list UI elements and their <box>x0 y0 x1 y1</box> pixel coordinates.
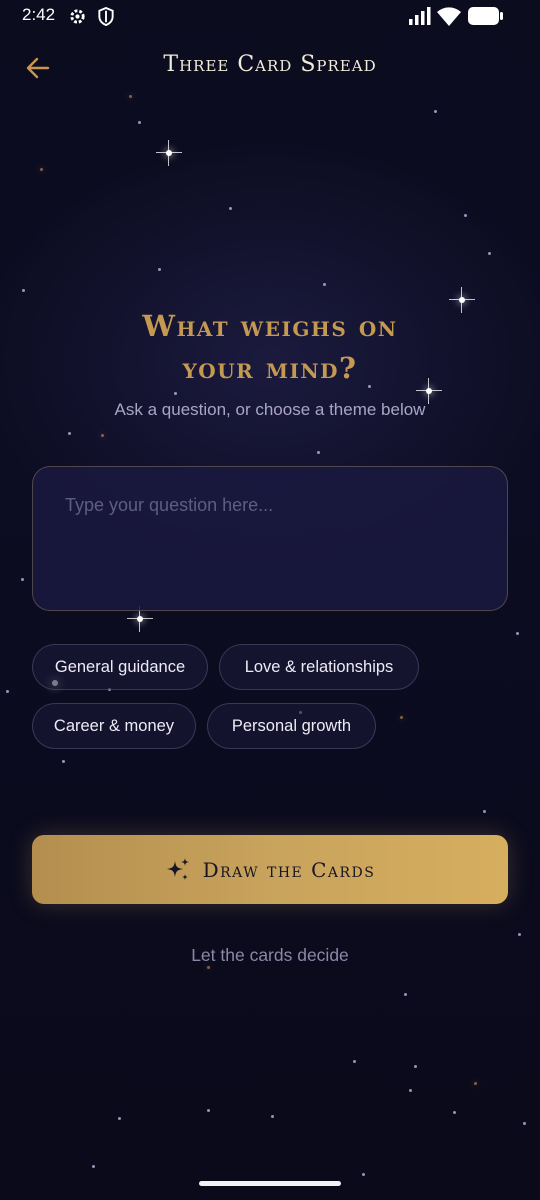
gear-icon <box>68 7 87 30</box>
draw-cards-label: Draw the Cards <box>202 857 376 882</box>
question-input[interactable] <box>32 466 508 611</box>
sparkles-icon <box>166 857 189 880</box>
theme-chip-personal-growth[interactable]: Personal growth <box>207 703 376 749</box>
status-time: 2:42 <box>22 5 56 24</box>
signal-icon <box>408 7 432 29</box>
home-indicator[interactable] <box>199 1181 341 1186</box>
theme-chip-love-relationships[interactable]: Love & relationships <box>219 644 419 690</box>
let-cards-decide-link[interactable]: Let the cards decide <box>0 945 540 966</box>
battery-icon <box>468 6 504 30</box>
prompt-headline: What weighs on your mind? <box>0 305 540 389</box>
page-title: Three Card Spread <box>163 52 377 77</box>
headline-line-2: your mind? <box>182 351 358 385</box>
theme-chip-career-money[interactable]: Career & money <box>32 703 196 749</box>
theme-chip-general-guidance[interactable]: General guidance <box>32 644 208 690</box>
headline-line-1: What weighs on <box>142 309 398 343</box>
shield-icon <box>97 6 115 30</box>
wifi-icon <box>437 7 461 30</box>
status-bar: 2:42 <box>0 0 540 32</box>
draw-cards-button[interactable]: Draw the Cards <box>32 835 508 904</box>
prompt-subtitle: Ask a question, or choose a theme below <box>114 400 426 419</box>
